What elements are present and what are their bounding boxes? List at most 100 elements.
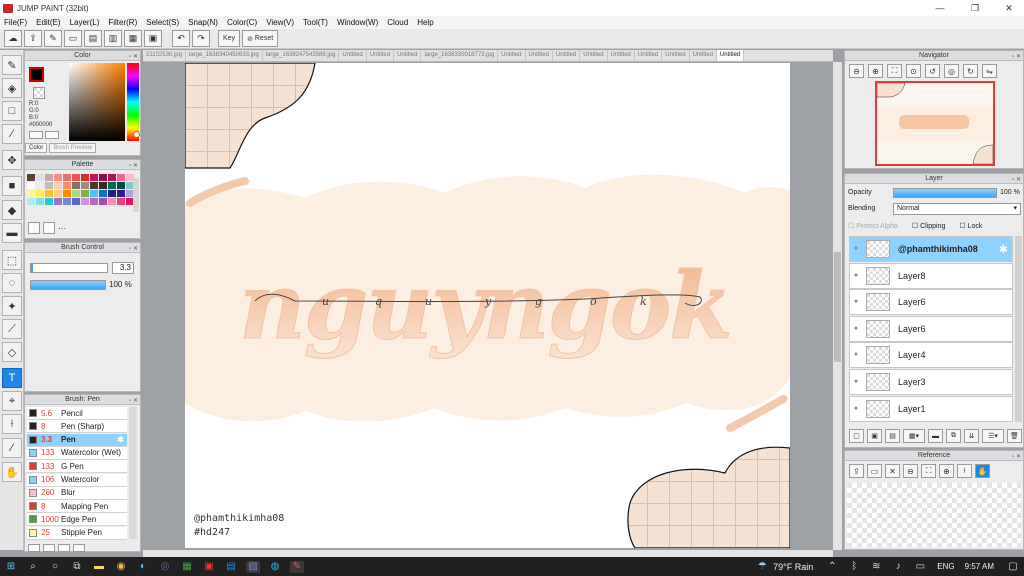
menu-view[interactable]: View(V) xyxy=(266,18,294,27)
hue-slider[interactable] xyxy=(127,63,139,141)
ruler-tool-icon[interactable]: ⁄ xyxy=(2,438,22,458)
actual-size-icon[interactable]: ⊙ xyxy=(906,64,921,78)
layer-row[interactable]: ● Layer8 xyxy=(849,262,1013,289)
task-view-icon[interactable]: ⧉ xyxy=(70,561,84,573)
brush-item[interactable]: 25 Stipple Pen xyxy=(27,526,127,540)
line-tool-icon[interactable]: ∕ xyxy=(2,124,22,144)
battery-icon[interactable]: ▭ xyxy=(913,561,927,573)
palette-swatch[interactable] xyxy=(81,198,89,205)
redo-icon[interactable]: ↷ xyxy=(192,30,210,47)
document-tab[interactable]: large_1638340450633.jpg xyxy=(186,50,263,61)
palette-swatch[interactable] xyxy=(27,174,35,181)
palette-swatch[interactable] xyxy=(99,182,107,189)
select-eraser-icon[interactable]: ◇ xyxy=(2,342,22,362)
weather-text[interactable]: 79°F Rain xyxy=(773,562,813,572)
color-mode-icon[interactable] xyxy=(29,131,43,139)
menu-select[interactable]: Select(S) xyxy=(146,18,179,27)
palette-swatch[interactable] xyxy=(54,190,62,197)
layer-row[interactable]: ● Layer6 xyxy=(849,289,1013,316)
file-explorer-icon[interactable]: ▬ xyxy=(92,561,106,573)
eraser-tool-icon[interactable]: ◈ xyxy=(2,78,22,98)
document-tab[interactable]: Untitled xyxy=(580,50,608,61)
visibility-icon[interactable]: ● xyxy=(850,323,862,335)
brush-item[interactable]: 3.3 Pen ✱ xyxy=(27,433,127,447)
operation-tool-icon[interactable]: ⌖ xyxy=(2,391,22,411)
close-button[interactable]: ✕ xyxy=(994,0,1024,16)
lock-option[interactable]: ☐ Lock xyxy=(959,222,982,230)
palette-swatch[interactable] xyxy=(36,190,44,197)
menu-help[interactable]: Help xyxy=(417,18,433,27)
copy-brush-icon[interactable] xyxy=(58,544,70,552)
document-tab[interactable]: large_1638247543589.jpg xyxy=(263,50,340,61)
palette-scrollbar[interactable] xyxy=(133,178,139,212)
chrome-icon[interactable]: ◉ xyxy=(114,561,128,573)
gear-icon[interactable]: ✱ xyxy=(117,435,124,444)
fit-view-icon[interactable]: ⛶ xyxy=(887,64,902,78)
document-tab[interactable]: Untitled xyxy=(690,50,717,61)
panel-close-icon[interactable]: ▫ ✕ xyxy=(129,396,138,406)
layer-row[interactable]: ● Layer3 xyxy=(849,369,1013,395)
menu-edit[interactable]: Edit(E) xyxy=(36,18,60,27)
palette-swatch[interactable] xyxy=(90,182,98,189)
flip-icon[interactable]: ⇋ xyxy=(982,64,997,78)
fit-icon[interactable]: ⛶ xyxy=(921,464,936,478)
upload-icon[interactable]: ⇪ xyxy=(24,30,42,47)
document-tab[interactable]: Untitled xyxy=(716,50,745,61)
palette-swatch[interactable] xyxy=(117,198,125,205)
palette-swatch[interactable] xyxy=(54,174,62,181)
palette-swatch[interactable] xyxy=(90,198,98,205)
layer-list-scrollbar[interactable] xyxy=(1015,236,1022,422)
menu-filter[interactable]: Filter(R) xyxy=(108,18,137,27)
document-tab[interactable]: Untitled xyxy=(608,50,635,61)
palette-swatch[interactable] xyxy=(72,182,80,189)
cortana-icon[interactable]: ○ xyxy=(48,561,62,573)
move-tool-icon[interactable]: ✥ xyxy=(2,150,22,170)
powerpoint-icon[interactable]: ▣ xyxy=(202,561,216,573)
document-tab[interactable]: Untitled xyxy=(498,50,526,61)
palette-swatch[interactable] xyxy=(108,190,116,197)
panel-close-icon[interactable]: ▫ ✕ xyxy=(1012,452,1021,462)
edge-icon[interactable]: ◐ xyxy=(136,561,150,573)
brush-item[interactable]: 8 Mapping Pen xyxy=(27,500,127,514)
teams-icon[interactable]: ▧ xyxy=(246,560,260,573)
merge-layer-icon[interactable]: ⇊ xyxy=(964,429,979,443)
select-pen-icon[interactable]: ⟋ xyxy=(2,319,22,339)
windows-start-icon[interactable]: ⊞ xyxy=(4,561,18,573)
menu-color[interactable]: Color(C) xyxy=(227,18,257,27)
tab-brush-preview[interactable]: Brush Preview xyxy=(49,143,97,153)
new-1bit-layer-icon[interactable]: ▤ xyxy=(885,429,900,443)
brush-list-scrollbar[interactable] xyxy=(129,407,137,539)
bluetooth-icon[interactable]: ᛒ xyxy=(847,561,861,573)
reset-button[interactable]: ⊘ Reset xyxy=(242,30,279,47)
close-reference-icon[interactable]: ✕ xyxy=(885,464,900,478)
blending-select[interactable]: Normal ▾ xyxy=(893,203,1021,215)
palette-swatch[interactable] xyxy=(63,182,71,189)
visibility-icon[interactable]: ● xyxy=(850,243,862,255)
menu-snap[interactable]: Snap(N) xyxy=(188,18,218,27)
layer-row[interactable]: ● Layer6 xyxy=(849,315,1013,342)
new-brush-icon[interactable] xyxy=(43,544,55,552)
layer-row[interactable]: ● @phamthikimha08 ✱ xyxy=(849,236,1013,262)
discord-icon[interactable]: ◎ xyxy=(158,561,172,573)
layer-row[interactable]: ● Layer1 xyxy=(849,395,1013,422)
new-palette-icon[interactable] xyxy=(28,222,40,234)
brush-size-slider[interactable] xyxy=(30,263,108,273)
palette-swatch[interactable] xyxy=(72,198,80,205)
bucket-tool-icon[interactable]: ◆ xyxy=(2,200,22,220)
document-tab[interactable]: Untitled xyxy=(526,50,553,61)
palette-swatch[interactable] xyxy=(90,174,98,181)
document-tab[interactable]: Untitled xyxy=(367,50,395,61)
palette-swatch[interactable] xyxy=(36,174,44,181)
zoom-out-icon[interactable]: ⊖ xyxy=(849,64,864,78)
duplicate-layer-icon[interactable]: ⧉ xyxy=(946,429,961,443)
open-folder-icon[interactable]: ▭ xyxy=(867,464,882,478)
key-button[interactable]: Key xyxy=(218,30,241,47)
reference-area[interactable] xyxy=(847,483,1021,547)
palette-swatch[interactable] xyxy=(117,190,125,197)
brush-size-value[interactable]: 3.3 xyxy=(112,262,134,274)
document-tab[interactable]: Untitled xyxy=(394,50,422,61)
palette-swatch[interactable] xyxy=(54,198,62,205)
new-layer-icon[interactable]: ▢ xyxy=(849,429,864,443)
panel-close-icon[interactable]: ▫ ✕ xyxy=(1012,52,1021,62)
palette-swatch[interactable] xyxy=(54,182,62,189)
